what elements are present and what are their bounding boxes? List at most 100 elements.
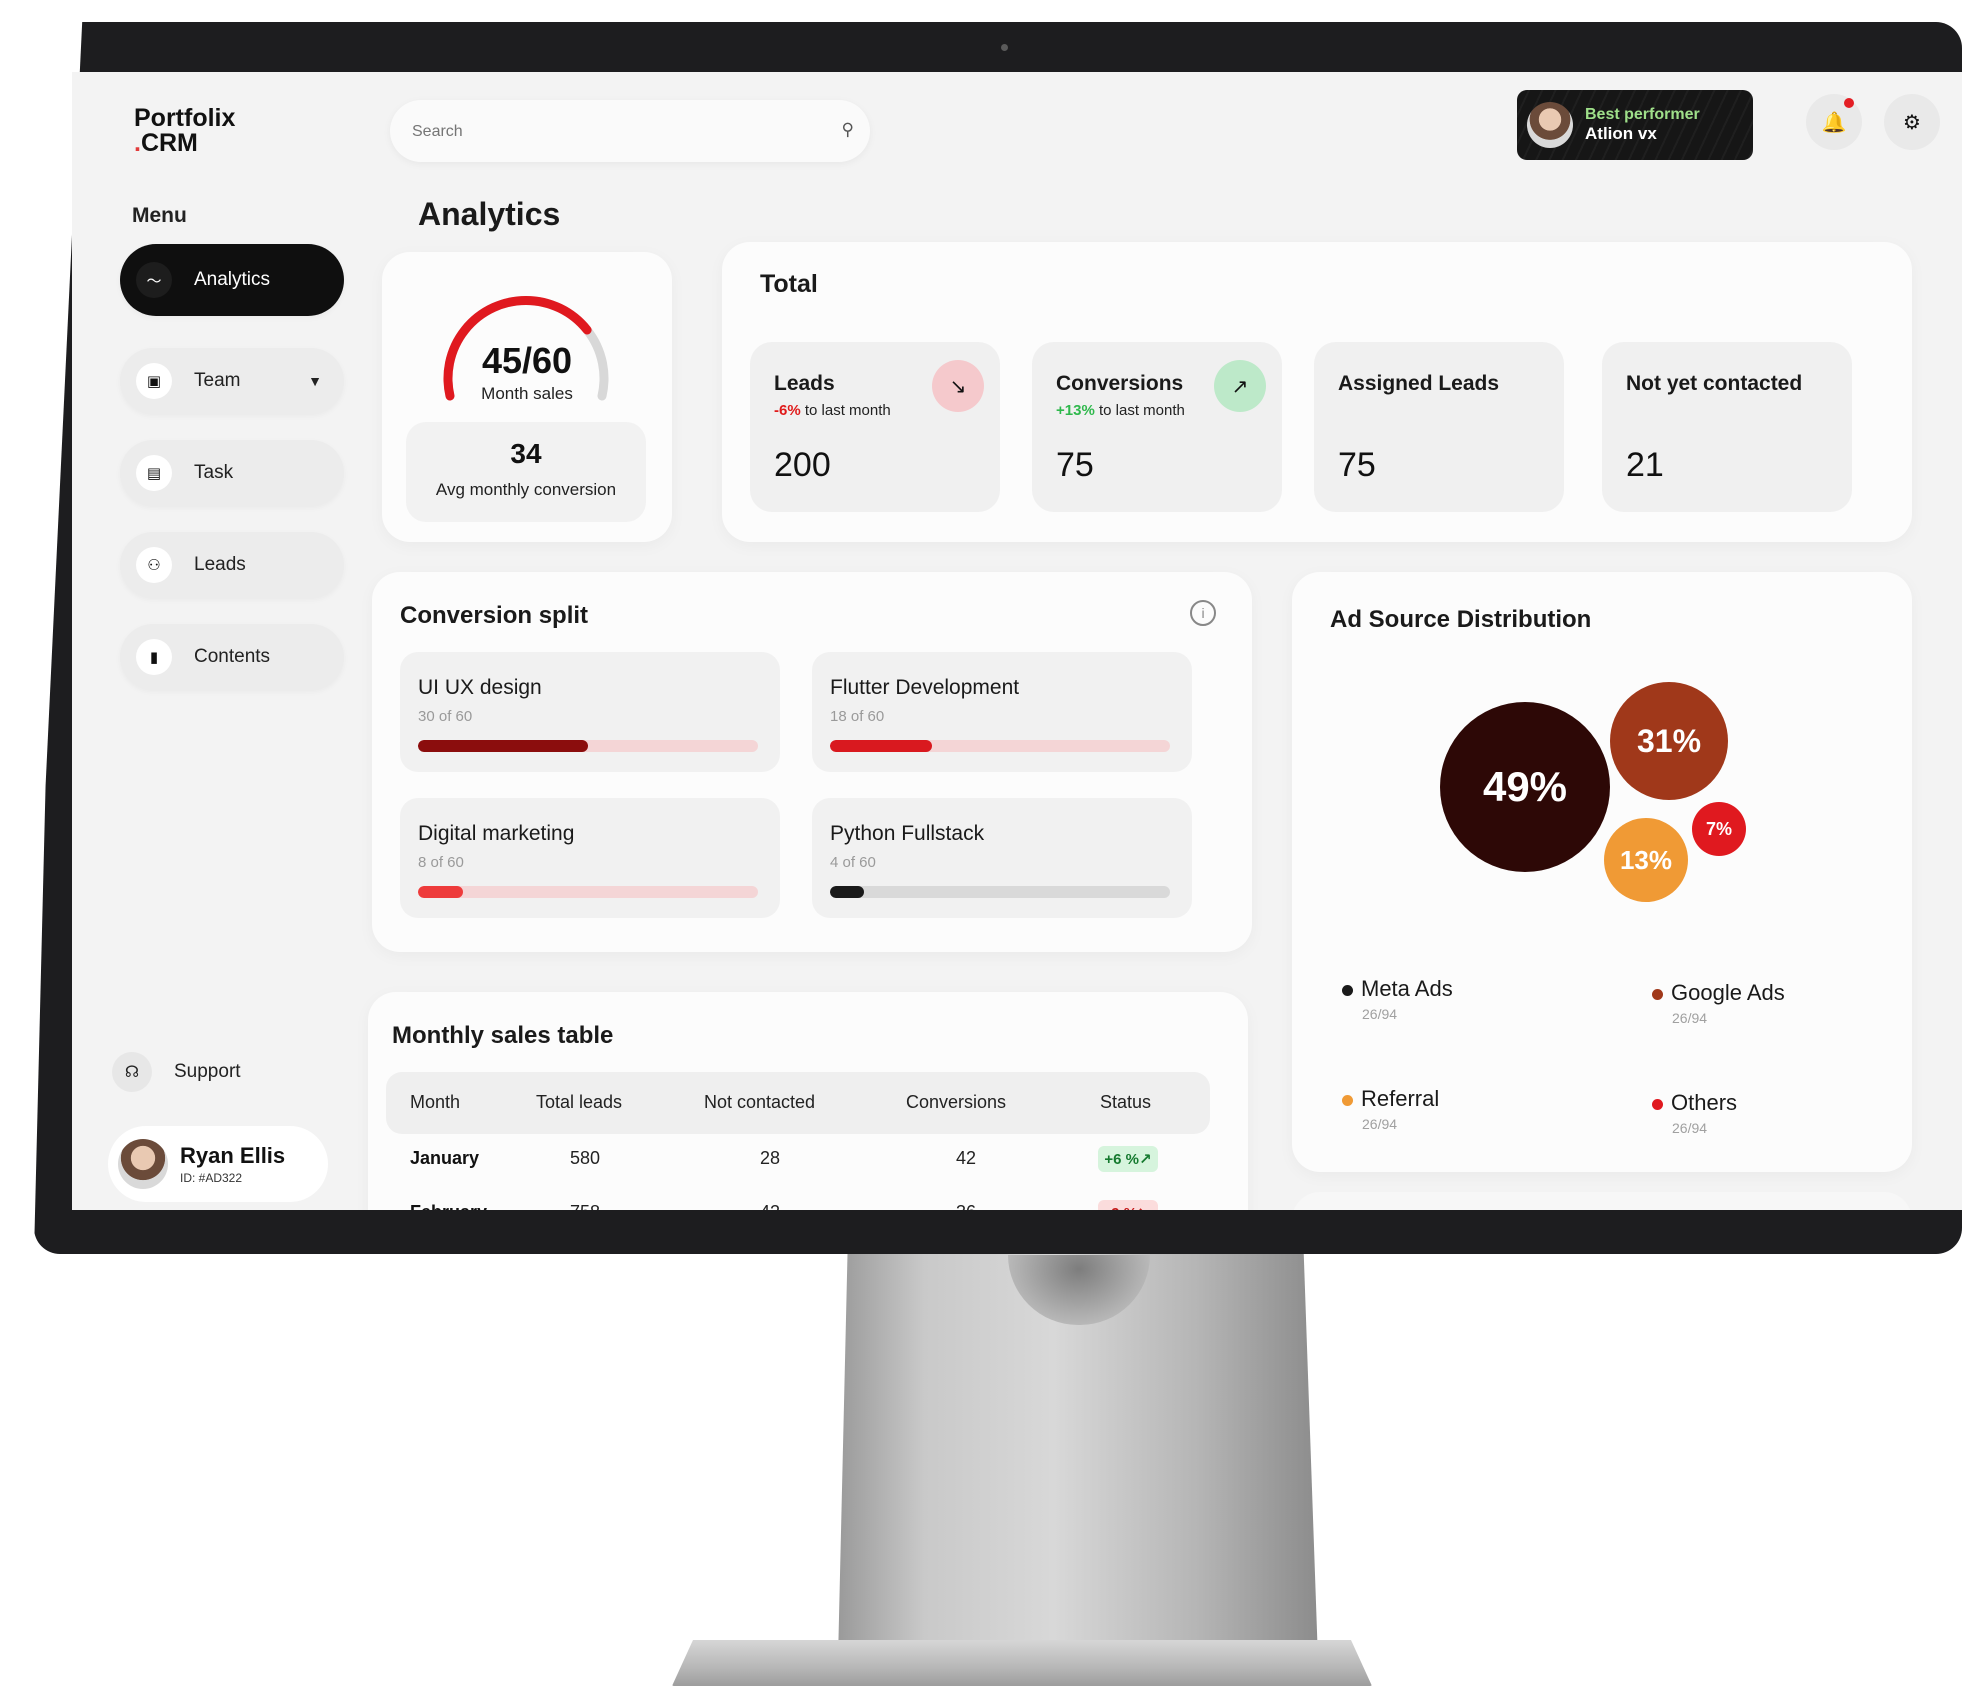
legend-name: Others xyxy=(1671,1090,1738,1115)
cell-month: February xyxy=(410,1202,487,1210)
cell-not-contacted: 28 xyxy=(760,1148,781,1168)
cell-conversions: 42 xyxy=(956,1148,977,1168)
course-item[interactable]: Flutter Development 18 of 60 xyxy=(812,652,1192,772)
course-count: 30 of 60 xyxy=(418,708,473,725)
course-progress-track xyxy=(418,886,758,898)
course-count: 18 of 60 xyxy=(830,708,885,725)
stat-title: Leads xyxy=(774,372,835,395)
document-icon: ▮ xyxy=(136,639,172,675)
legend-dot xyxy=(1652,988,1663,1000)
notification-button[interactable]: 🔔 xyxy=(1806,94,1862,150)
course-item[interactable]: Python Fullstack 4 of 60 xyxy=(812,798,1192,918)
monthly-sales-table-card: Monthly sales table Month Total leads No… xyxy=(368,992,1248,1210)
search-box: ⚲ xyxy=(390,100,870,164)
stat-assigned-leads[interactable]: Assigned Leads 75 xyxy=(1314,342,1564,512)
ad-source-card: Ad Source Distribution 49% 31% 13% 7% Me… xyxy=(1292,572,1912,1172)
sidebar-item-label: Analytics xyxy=(194,269,271,290)
table-row[interactable]: February 758 42 36 -9 %↘ xyxy=(386,1200,1210,1210)
avg-conversion-label: Avg monthly conversion xyxy=(435,480,617,499)
stat-delta: -6% to last month xyxy=(774,402,891,419)
total-title: Total xyxy=(760,270,818,298)
best-performer-badge[interactable]: Best performer Atlion vx xyxy=(1517,90,1753,160)
sidebar-item-label: Leads xyxy=(194,554,246,575)
sidebar-item-leads[interactable]: ⚇ Leads xyxy=(120,532,344,598)
course-name: UI UX design xyxy=(418,676,542,699)
bubble-google-ads[interactable]: 31% xyxy=(1610,682,1728,800)
course-item[interactable]: UI UX design 30 of 60 xyxy=(400,652,780,772)
bubble-others[interactable]: 7% xyxy=(1692,802,1746,856)
legend-google-ads: Google Ads 26/94 xyxy=(1652,980,1785,1026)
stat-value: 75 xyxy=(1056,446,1094,484)
course-item[interactable]: Digital marketing 8 of 60 xyxy=(400,798,780,918)
avg-conversion-box: 34 Avg monthly conversion xyxy=(406,422,646,522)
cell-total-leads: 758 xyxy=(570,1202,600,1210)
legend-count: 26/94 xyxy=(1362,1116,1398,1132)
bubble-meta-ads[interactable]: 49% xyxy=(1440,702,1610,872)
app-logo[interactable]: Portfolix .CRM xyxy=(134,106,235,156)
legend-name: Meta Ads xyxy=(1361,976,1453,1001)
bell-icon: 🔔 xyxy=(1821,111,1847,134)
search-icon[interactable]: ⚲ xyxy=(842,120,854,140)
stat-conversions[interactable]: Conversions +13% to last month 75 ↗ xyxy=(1032,342,1282,512)
cell-total-leads: 580 xyxy=(570,1148,601,1168)
logo-dot: . xyxy=(134,129,141,157)
legend-dot xyxy=(1342,984,1353,996)
delta-value: +13% xyxy=(1056,402,1095,419)
gauge-label: Month sales xyxy=(481,384,573,403)
avg-conversion-value: 34 xyxy=(510,438,542,469)
column-header: Conversions xyxy=(906,1092,1007,1112)
table-row[interactable]: January 580 28 42 +6 %↗ xyxy=(386,1146,1210,1198)
user-name: Ryan Ellis xyxy=(180,1143,286,1168)
stat-value: 75 xyxy=(1338,446,1376,484)
column-header: Month xyxy=(410,1092,461,1112)
legend-dot xyxy=(1342,1094,1353,1106)
course-name: Flutter Development xyxy=(830,676,1020,699)
course-progress-fill xyxy=(418,886,464,898)
conversion-split-title: Conversion split xyxy=(400,602,589,629)
settings-button[interactable]: ⚙ xyxy=(1884,94,1940,150)
support-label: Support xyxy=(174,1061,241,1082)
user-id: ID: #AD322 xyxy=(180,1171,243,1185)
course-progress-fill xyxy=(830,886,864,898)
stat-title: Assigned Leads xyxy=(1338,372,1500,395)
avatar xyxy=(118,1139,168,1189)
delta-suffix: to last month xyxy=(800,402,891,419)
sidebar-item-team[interactable]: ▣ Team ▼ xyxy=(120,348,344,414)
info-icon[interactable]: i xyxy=(1190,600,1216,626)
monthly-sales-gauge-card: 45/60 Month sales 34 Avg monthly convers… xyxy=(382,252,672,542)
logo-line1: Portfolix xyxy=(134,104,236,132)
trend-icon: 〜 xyxy=(136,262,172,298)
conversion-split-card: Conversion split i UI UX design 30 of 60… xyxy=(372,572,1252,952)
course-name: Python Fullstack xyxy=(830,822,985,845)
support-link[interactable]: ☊ Support xyxy=(112,1052,241,1092)
legend-others: Others 26/94 xyxy=(1652,1090,1737,1136)
chevron-down-icon[interactable]: ▼ xyxy=(308,373,322,389)
sidebar-item-task[interactable]: ▤ Task xyxy=(120,440,344,506)
gauge-value: 45/60 xyxy=(481,340,573,381)
team-icon: ▣ xyxy=(136,363,172,399)
sidebar-item-contents[interactable]: ▮ Contents xyxy=(120,624,344,690)
course-count: 8 of 60 xyxy=(418,854,464,871)
column-header: Total leads xyxy=(536,1092,623,1112)
stat-leads[interactable]: Leads -6% to last month 200 ↘ xyxy=(750,342,1000,512)
sidebar-item-analytics[interactable]: 〜 Analytics xyxy=(120,244,344,316)
user-profile[interactable]: Ryan Ellis ID: #AD322 xyxy=(108,1126,328,1202)
monitor-stand-foot xyxy=(672,1640,1372,1686)
camera-dot xyxy=(1001,44,1008,51)
notification-dot xyxy=(1844,98,1854,108)
best-performer-label: Best performer xyxy=(1585,106,1700,123)
course-count: 4 of 60 xyxy=(830,854,876,871)
stat-value: 21 xyxy=(1626,446,1664,484)
bubble-referral[interactable]: 13% xyxy=(1604,818,1688,902)
total-card: Total Leads -6% to last month 200 ↘ Conv… xyxy=(722,242,1912,542)
users-icon: ⚇ xyxy=(136,547,172,583)
search-input[interactable] xyxy=(410,100,814,164)
stat-value: 200 xyxy=(774,446,831,484)
gear-icon: ⚙ xyxy=(1903,111,1921,134)
monthly-sales-title: Monthly sales table xyxy=(392,1022,614,1049)
status-badge: +6 %↗ xyxy=(1098,1146,1158,1172)
stat-not-yet-contacted[interactable]: Not yet contacted 21 xyxy=(1602,342,1852,512)
avatar xyxy=(1527,102,1573,148)
headset-icon: ☊ xyxy=(112,1052,152,1092)
legend-count: 26/94 xyxy=(1672,1120,1708,1136)
